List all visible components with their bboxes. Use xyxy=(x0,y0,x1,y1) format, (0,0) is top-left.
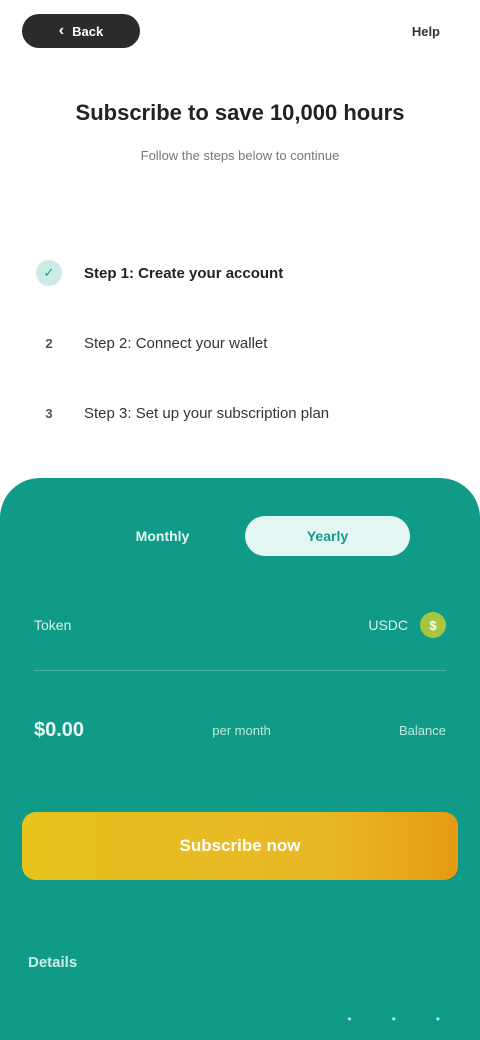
divider xyxy=(34,670,446,671)
step-item: 2 Step 2: Connect your wallet xyxy=(36,308,444,378)
help-label: Help xyxy=(411,23,440,39)
step-label: Step 1: Create your account xyxy=(84,264,284,282)
coin-icon: $ xyxy=(420,612,446,638)
balance-label: Balance xyxy=(399,722,446,738)
step-label: Step 2: Connect your wallet xyxy=(84,334,268,352)
token-value: USDC xyxy=(368,617,408,633)
step-label: Step 3: Set up your subscription plan xyxy=(84,404,330,422)
plan-tabs: Monthly Yearly xyxy=(80,516,410,556)
chevron-left-icon: ‹ xyxy=(58,22,65,39)
amount-period: per month xyxy=(212,722,271,738)
page-title: Subscribe to save 10,000 hours xyxy=(75,100,405,125)
step-check-icon: ✓ xyxy=(36,260,62,286)
token-label: Token xyxy=(34,617,72,633)
dot-icon: • xyxy=(391,1012,396,1026)
token-row[interactable]: Token USDC $ xyxy=(34,600,446,650)
tab-yearly[interactable]: Yearly xyxy=(245,516,410,556)
back-button[interactable]: ‹ Back xyxy=(22,14,140,48)
subscribe-button[interactable]: Subscribe now xyxy=(22,812,458,880)
subscription-panel: Monthly Yearly Token USDC $ $0.00 per mo… xyxy=(0,478,480,1040)
dot-icon: • xyxy=(435,1012,440,1026)
step-number: 3 xyxy=(45,405,53,421)
tab-monthly[interactable]: Monthly xyxy=(80,516,245,556)
page-subtitle: Follow the steps below to continue xyxy=(140,148,340,163)
help-link[interactable]: Help xyxy=(412,18,440,44)
token-selector[interactable]: USDC $ xyxy=(368,612,446,638)
bottom-icons: • • • xyxy=(347,1012,440,1026)
amount-row: $0.00 per month Balance xyxy=(34,698,446,762)
amount-value: $0.00 xyxy=(34,718,85,741)
step-item: 3 Step 3: Set up your subscription plan xyxy=(36,378,444,448)
back-label: Back xyxy=(72,23,104,39)
dot-icon: • xyxy=(347,1012,352,1026)
steps-list: ✓ Step 1: Create your account 2 Step 2: … xyxy=(0,238,480,448)
step-number: 2 xyxy=(45,335,53,351)
top-bar: ‹ Back Help xyxy=(0,0,480,64)
details-label[interactable]: Details xyxy=(28,954,77,971)
step-item: ✓ Step 1: Create your account xyxy=(36,238,444,308)
